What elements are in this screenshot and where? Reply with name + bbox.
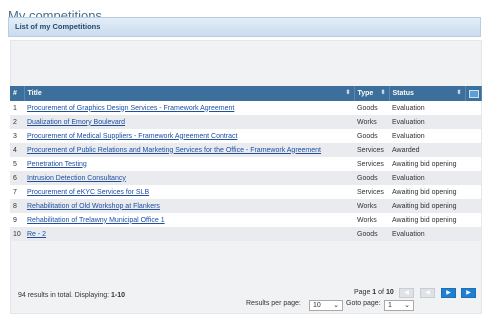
row-status: Evaluation xyxy=(389,115,481,129)
table-row: 6 Intrusion Detection Consultancy Goods … xyxy=(10,171,481,185)
row-type: Goods xyxy=(354,227,389,241)
competition-title-link[interactable]: Rehabilitation of Old Workshop at Flanke… xyxy=(27,203,160,210)
results-per-page-label: Results per page: xyxy=(246,300,301,307)
chevron-right-icon: ▶ xyxy=(446,290,451,296)
table-row: 10 Re - 2 Goods Evaluation xyxy=(10,227,481,241)
row-status: Awaiting bid opening xyxy=(389,157,481,171)
previous-page-button[interactable]: ◀ xyxy=(420,288,435,298)
panel-header: List of my Competitions xyxy=(8,17,481,37)
column-header-status[interactable]: Status ⬍ xyxy=(389,86,466,101)
table-row: 4 Procurement of Public Relations and Ma… xyxy=(10,143,481,157)
chevron-down-icon: ⌄ xyxy=(404,302,410,309)
competition-title-link[interactable]: Re - 2 xyxy=(27,231,46,238)
competitions-table: # Title ⬍ Type ⬍ Status ⬍ 1 Procurement of … xyxy=(10,86,482,241)
row-number: 8 xyxy=(10,199,24,213)
table-row: 9 Rehabilitation of Trelawny Municipal O… xyxy=(10,213,481,227)
row-status: Awaiting bid opening xyxy=(389,213,481,227)
row-status: Awarded xyxy=(389,143,481,157)
row-status: Evaluation xyxy=(389,129,481,143)
row-number: 9 xyxy=(10,213,24,227)
chevron-left-icon: ◀ xyxy=(425,290,430,296)
competition-title-link[interactable]: Intrusion Detection Consultancy xyxy=(27,175,126,182)
sort-icon[interactable]: ⬍ xyxy=(380,89,385,96)
competition-title-link[interactable]: Procurement of Graphics Design Services … xyxy=(27,105,234,112)
competition-title-link[interactable]: Procurement of eKYC Services for SLB xyxy=(27,189,149,196)
column-header-number: # xyxy=(10,86,25,101)
row-type: Services xyxy=(354,143,389,157)
competition-title-link[interactable]: Dualization of Emory Boulevard xyxy=(27,119,125,126)
row-type: Works xyxy=(354,213,389,227)
first-page-button[interactable]: ◀ xyxy=(399,288,414,298)
next-page-button[interactable]: ▶ xyxy=(441,288,456,298)
table-header-row: # Title ⬍ Type ⬍ Status ⬍ xyxy=(10,86,482,101)
row-number: 7 xyxy=(10,185,24,199)
table-row: 8 Rehabilitation of Old Workshop at Flan… xyxy=(10,199,481,213)
row-number: 6 xyxy=(10,171,24,185)
column-header-type[interactable]: Type ⬍ xyxy=(354,86,390,101)
row-number: 4 xyxy=(10,143,24,157)
row-type: Goods xyxy=(354,101,389,115)
double-chevron-right-icon: ▶ xyxy=(466,290,471,296)
competition-title-link[interactable]: Procurement of Public Relations and Mark… xyxy=(27,147,321,154)
table-row: 2 Dualization of Emory Boulevard Works E… xyxy=(10,115,481,129)
row-status: Evaluation xyxy=(389,101,481,115)
row-status: Awaiting bid opening xyxy=(389,185,481,199)
row-number: 2 xyxy=(10,115,24,129)
row-number: 1 xyxy=(10,101,24,115)
last-page-button[interactable]: ▶ xyxy=(461,288,476,298)
row-type: Works xyxy=(354,199,389,213)
table-row: 5 Penetration Testing Services Awaiting … xyxy=(10,157,481,171)
row-status: Evaluation xyxy=(389,227,481,241)
table-row: 3 Procurement of Medical Suppliers - Fra… xyxy=(10,129,481,143)
column-header-title[interactable]: Title ⬍ xyxy=(24,86,355,101)
results-summary: 94 results in total. Displaying: 1-10 xyxy=(18,292,126,299)
page-indicator: Page 1 of 10 xyxy=(354,289,394,296)
chevron-down-icon: ⌄ xyxy=(333,302,339,309)
panel-header-title: List of my Competitions xyxy=(15,22,101,31)
column-chooser-button[interactable] xyxy=(465,86,482,101)
results-per-page-select[interactable]: 10 ⌄ xyxy=(309,300,343,311)
goto-page-select[interactable]: 1 ⌄ xyxy=(384,300,414,311)
row-number: 10 xyxy=(10,227,24,241)
sort-icon[interactable]: ⬍ xyxy=(456,89,461,96)
row-type: Goods xyxy=(354,129,389,143)
table-row: 1 Procurement of Graphics Design Service… xyxy=(10,101,481,115)
sort-icon[interactable]: ⬍ xyxy=(345,89,350,96)
competition-title-link[interactable]: Penetration Testing xyxy=(27,161,87,168)
row-number: 5 xyxy=(10,157,24,171)
row-type: Goods xyxy=(354,171,389,185)
results-range: 1-10 xyxy=(111,292,126,299)
double-chevron-left-icon: ◀ xyxy=(404,290,409,296)
row-type: Works xyxy=(354,115,389,129)
columns-icon[interactable] xyxy=(468,89,479,98)
row-status: Awaiting bid opening xyxy=(389,199,481,213)
row-type: Services xyxy=(354,157,389,171)
row-number: 3 xyxy=(10,129,24,143)
goto-page-label: Goto page: xyxy=(346,300,381,307)
competition-title-link[interactable]: Procurement of Medical Suppliers - Frame… xyxy=(27,133,237,140)
table-row: 7 Procurement of eKYC Services for SLB S… xyxy=(10,185,481,199)
row-status: Evaluation xyxy=(389,171,481,185)
competition-title-link[interactable]: Rehabilitation of Trelawny Municipal Off… xyxy=(27,217,165,224)
row-type: Services xyxy=(354,185,389,199)
